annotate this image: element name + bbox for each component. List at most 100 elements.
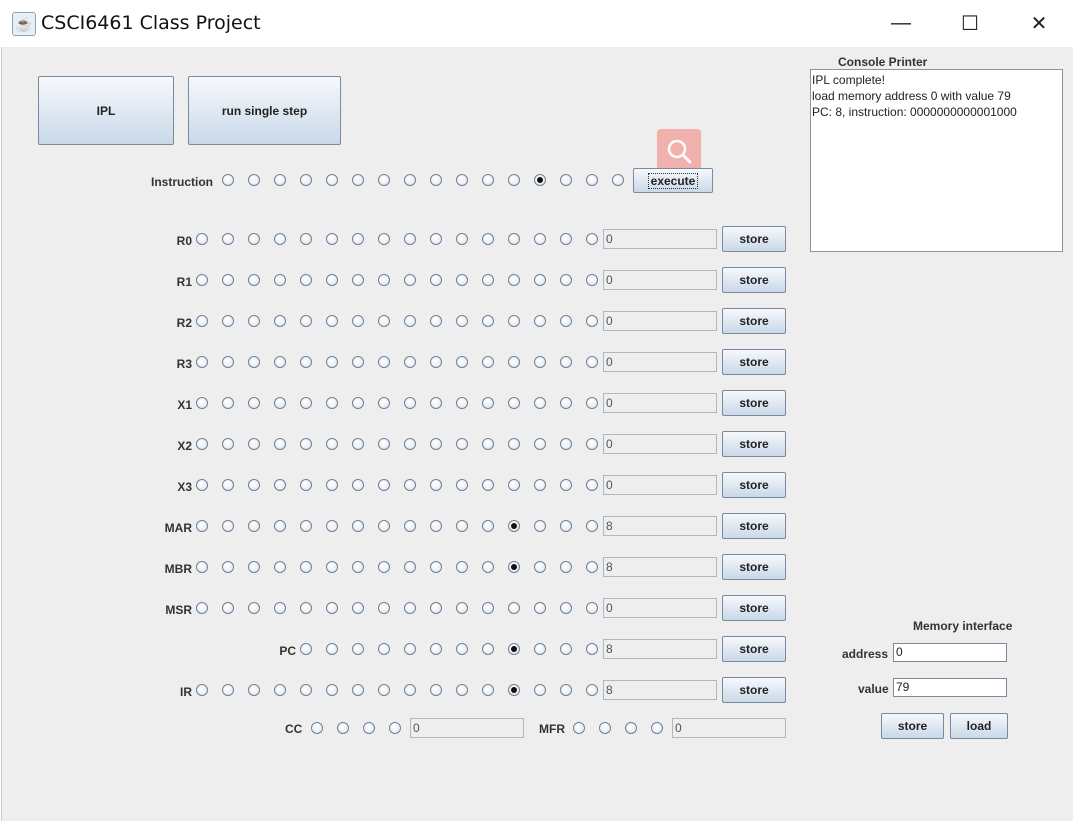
register-bit-radio[interactable] bbox=[560, 561, 572, 573]
instruction-bit-radio[interactable] bbox=[430, 174, 442, 186]
register-bit-radio[interactable] bbox=[482, 684, 494, 696]
register-bit-radio[interactable] bbox=[352, 233, 364, 245]
register-value-field-x1[interactable]: 0 bbox=[603, 393, 717, 413]
register-bit-radio[interactable] bbox=[508, 643, 520, 655]
register-bit-radio[interactable] bbox=[352, 315, 364, 327]
register-bit-radio[interactable] bbox=[456, 438, 468, 450]
register-bit-radio[interactable] bbox=[248, 233, 260, 245]
cc-bit-radio[interactable] bbox=[363, 722, 375, 734]
register-bit-radio[interactable] bbox=[430, 315, 442, 327]
register-bit-radio[interactable] bbox=[196, 356, 208, 368]
register-bit-radio[interactable] bbox=[378, 274, 390, 286]
register-bit-radio[interactable] bbox=[534, 315, 546, 327]
instruction-bit-radio[interactable] bbox=[300, 174, 312, 186]
register-bit-radio[interactable] bbox=[456, 315, 468, 327]
instruction-bit-radio[interactable] bbox=[326, 174, 338, 186]
register-bit-radio[interactable] bbox=[560, 643, 572, 655]
register-bit-radio[interactable] bbox=[274, 561, 286, 573]
register-bit-radio[interactable] bbox=[534, 356, 546, 368]
register-bit-radio[interactable] bbox=[326, 315, 338, 327]
register-bit-radio[interactable] bbox=[534, 233, 546, 245]
register-bit-radio[interactable] bbox=[404, 397, 416, 409]
register-bit-radio[interactable] bbox=[586, 602, 598, 614]
register-bit-radio[interactable] bbox=[222, 397, 234, 409]
register-bit-radio[interactable] bbox=[482, 643, 494, 655]
cc-bit-radio[interactable] bbox=[389, 722, 401, 734]
register-bit-radio[interactable] bbox=[326, 479, 338, 491]
register-bit-radio[interactable] bbox=[456, 561, 468, 573]
register-bit-radio[interactable] bbox=[534, 602, 546, 614]
register-bit-radio[interactable] bbox=[326, 233, 338, 245]
register-bit-radio[interactable] bbox=[248, 602, 260, 614]
register-bit-radio[interactable] bbox=[326, 274, 338, 286]
register-bit-radio[interactable] bbox=[300, 479, 312, 491]
register-bit-radio[interactable] bbox=[508, 315, 520, 327]
register-bit-radio[interactable] bbox=[456, 397, 468, 409]
register-bit-radio[interactable] bbox=[196, 274, 208, 286]
register-bit-radio[interactable] bbox=[300, 356, 312, 368]
register-bit-radio[interactable] bbox=[352, 397, 364, 409]
register-bit-radio[interactable] bbox=[586, 438, 598, 450]
register-bit-radio[interactable] bbox=[560, 233, 572, 245]
register-bit-radio[interactable] bbox=[326, 602, 338, 614]
register-store-button-mbr[interactable]: store bbox=[722, 554, 786, 580]
register-bit-radio[interactable] bbox=[352, 438, 364, 450]
register-bit-radio[interactable] bbox=[352, 479, 364, 491]
register-bit-radio[interactable] bbox=[534, 479, 546, 491]
register-bit-radio[interactable] bbox=[482, 397, 494, 409]
console-printer[interactable]: IPL complete! load memory address 0 with… bbox=[810, 69, 1063, 252]
register-bit-radio[interactable] bbox=[560, 397, 572, 409]
register-bit-radio[interactable] bbox=[378, 315, 390, 327]
register-bit-radio[interactable] bbox=[482, 233, 494, 245]
value-field[interactable]: 79 bbox=[893, 678, 1007, 697]
register-bit-radio[interactable] bbox=[404, 602, 416, 614]
cc-value-field[interactable]: 0 bbox=[410, 718, 524, 738]
close-button[interactable]: ✕ bbox=[1005, 0, 1073, 47]
register-bit-radio[interactable] bbox=[482, 356, 494, 368]
register-bit-radio[interactable] bbox=[534, 643, 546, 655]
register-bit-radio[interactable] bbox=[430, 356, 442, 368]
register-bit-radio[interactable] bbox=[482, 479, 494, 491]
register-bit-radio[interactable] bbox=[326, 684, 338, 696]
mfr-bit-radio[interactable] bbox=[573, 722, 585, 734]
cc-bit-radio[interactable] bbox=[337, 722, 349, 734]
register-bit-radio[interactable] bbox=[300, 561, 312, 573]
register-bit-radio[interactable] bbox=[378, 561, 390, 573]
register-bit-radio[interactable] bbox=[248, 274, 260, 286]
instruction-bit-radio[interactable] bbox=[378, 174, 390, 186]
register-value-field-r2[interactable]: 0 bbox=[603, 311, 717, 331]
register-value-field-mbr[interactable]: 8 bbox=[603, 557, 717, 577]
register-bit-radio[interactable] bbox=[274, 233, 286, 245]
register-bit-radio[interactable] bbox=[456, 356, 468, 368]
register-bit-radio[interactable] bbox=[482, 438, 494, 450]
register-bit-radio[interactable] bbox=[300, 684, 312, 696]
register-bit-radio[interactable] bbox=[300, 233, 312, 245]
register-bit-radio[interactable] bbox=[274, 479, 286, 491]
register-bit-radio[interactable] bbox=[378, 602, 390, 614]
register-bit-radio[interactable] bbox=[560, 602, 572, 614]
register-store-button-r2[interactable]: store bbox=[722, 308, 786, 334]
instruction-bit-radio[interactable] bbox=[248, 174, 260, 186]
register-store-button-msr[interactable]: store bbox=[722, 595, 786, 621]
register-bit-radio[interactable] bbox=[378, 684, 390, 696]
register-bit-radio[interactable] bbox=[196, 315, 208, 327]
register-bit-radio[interactable] bbox=[326, 356, 338, 368]
register-bit-radio[interactable] bbox=[482, 602, 494, 614]
register-bit-radio[interactable] bbox=[586, 479, 598, 491]
instruction-bit-radio[interactable] bbox=[560, 174, 572, 186]
register-bit-radio[interactable] bbox=[274, 356, 286, 368]
register-bit-radio[interactable] bbox=[248, 479, 260, 491]
register-bit-radio[interactable] bbox=[352, 274, 364, 286]
register-bit-radio[interactable] bbox=[586, 397, 598, 409]
register-bit-radio[interactable] bbox=[248, 315, 260, 327]
register-bit-radio[interactable] bbox=[456, 233, 468, 245]
register-bit-radio[interactable] bbox=[456, 643, 468, 655]
register-bit-radio[interactable] bbox=[456, 479, 468, 491]
register-bit-radio[interactable] bbox=[430, 397, 442, 409]
register-bit-radio[interactable] bbox=[508, 602, 520, 614]
register-store-button-mar[interactable]: store bbox=[722, 513, 786, 539]
register-bit-radio[interactable] bbox=[404, 438, 416, 450]
register-bit-radio[interactable] bbox=[378, 643, 390, 655]
register-bit-radio[interactable] bbox=[352, 643, 364, 655]
register-bit-radio[interactable] bbox=[430, 602, 442, 614]
